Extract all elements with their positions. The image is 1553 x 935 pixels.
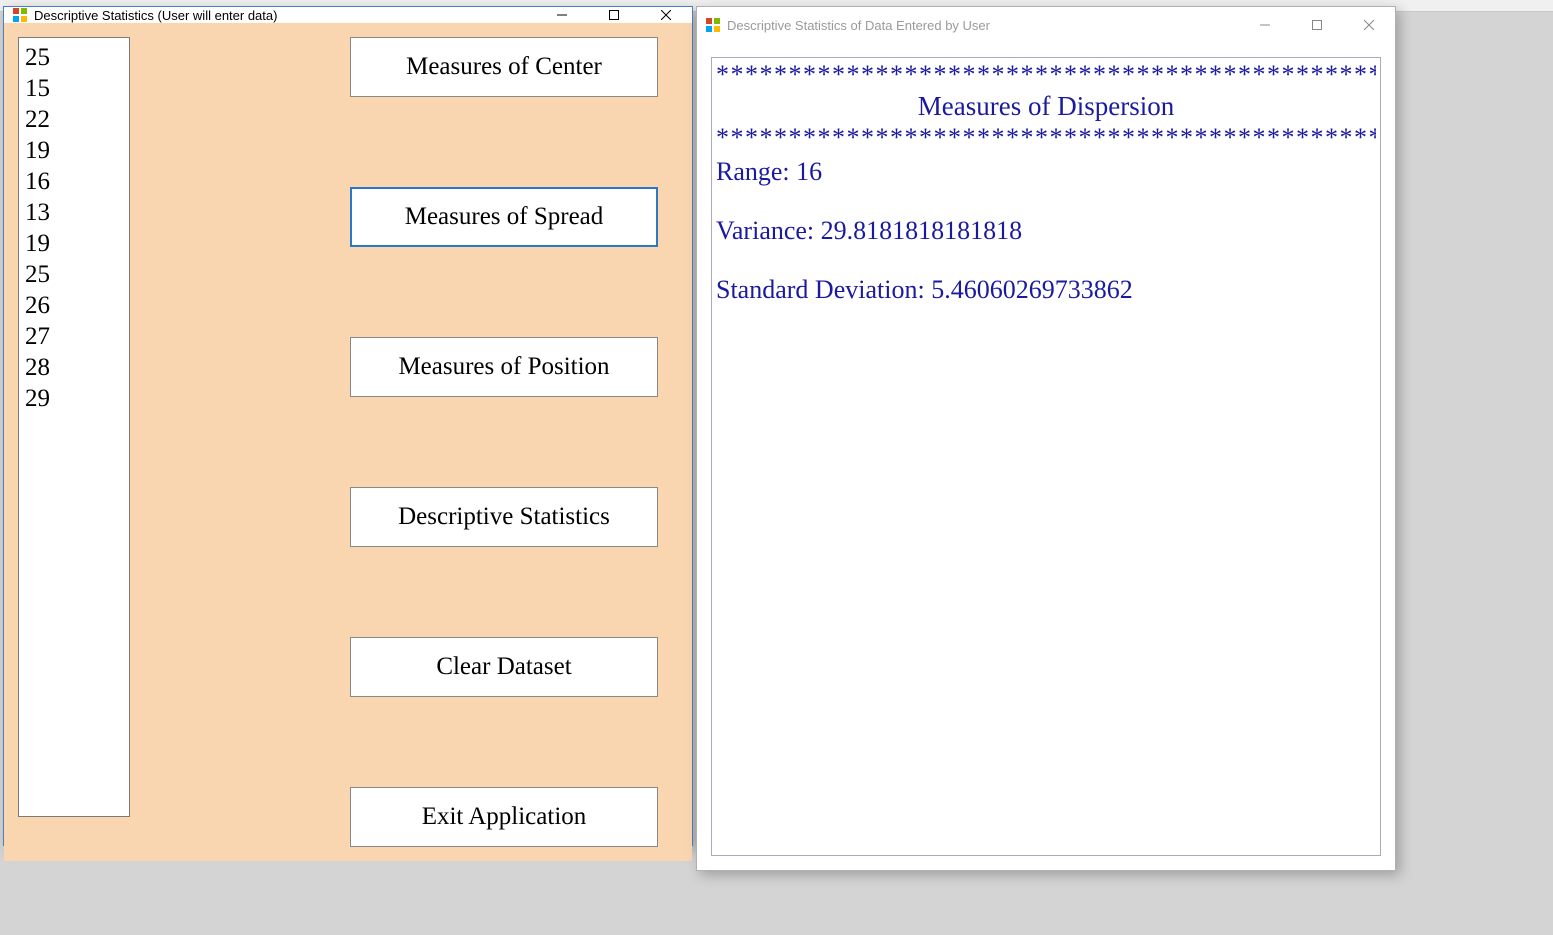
button-column: Measures of Center Measures of Spread Me… [350,37,658,847]
maximize-button[interactable] [588,7,640,23]
close-button[interactable] [1343,7,1395,43]
list-item[interactable]: 29 [25,383,123,414]
variance-line: Variance: 29.8181818181818 [716,216,1376,247]
minimize-button[interactable] [536,7,588,23]
titlebar-controls [536,7,692,23]
exit-application-button[interactable]: Exit Application [350,787,658,847]
descriptive-statistics-button[interactable]: Descriptive Statistics [350,487,658,547]
variance-value: 29.8181818181818 [821,216,1023,245]
data-listbox[interactable]: 251522191613192526272829 [18,37,130,817]
list-item[interactable]: 15 [25,73,123,104]
list-item[interactable]: 13 [25,197,123,228]
stddev-value: 5.46060269733862 [931,275,1133,304]
input-window: Descriptive Statistics (User will enter … [3,6,693,846]
stddev-label: Standard Deviation: [716,275,931,304]
list-item[interactable]: 26 [25,290,123,321]
close-button[interactable] [640,7,692,23]
maximize-button[interactable] [1291,7,1343,43]
minimize-button[interactable] [1239,7,1291,43]
list-item[interactable]: 28 [25,352,123,383]
range-value: 16 [796,157,822,186]
list-item[interactable]: 19 [25,228,123,259]
app-icon [12,7,28,23]
list-item[interactable]: 22 [25,104,123,135]
output-textarea[interactable]: ****************************************… [711,57,1381,856]
measures-of-position-button[interactable]: Measures of Position [350,337,658,397]
output-window: Descriptive Statistics of Data Entered b… [696,6,1396,871]
separator-line: ****************************************… [716,123,1376,154]
list-item[interactable]: 27 [25,321,123,352]
separator-line: ****************************************… [716,60,1376,91]
input-window-body: 251522191613192526272829 Measures of Cen… [4,23,692,861]
range-line: Range: 16 [716,157,1376,188]
list-item[interactable]: 25 [25,42,123,73]
window-title: Descriptive Statistics (User will enter … [34,8,277,23]
variance-label: Variance: [716,216,821,245]
titlebar-controls [1239,7,1395,43]
measures-of-center-button[interactable]: Measures of Center [350,37,658,97]
window-title: Descriptive Statistics of Data Entered b… [727,18,990,33]
output-heading: Measures of Dispersion [716,91,1376,123]
list-item[interactable]: 19 [25,135,123,166]
titlebar-output[interactable]: Descriptive Statistics of Data Entered b… [697,7,1395,43]
output-window-body: ****************************************… [697,43,1395,870]
range-label: Range: [716,157,796,186]
list-item[interactable]: 16 [25,166,123,197]
clear-dataset-button[interactable]: Clear Dataset [350,637,658,697]
list-item[interactable]: 25 [25,259,123,290]
app-icon [705,17,721,33]
titlebar-input[interactable]: Descriptive Statistics (User will enter … [4,7,692,23]
stddev-line: Standard Deviation: 5.46060269733862 [716,275,1376,306]
measures-of-spread-button[interactable]: Measures of Spread [350,187,658,247]
